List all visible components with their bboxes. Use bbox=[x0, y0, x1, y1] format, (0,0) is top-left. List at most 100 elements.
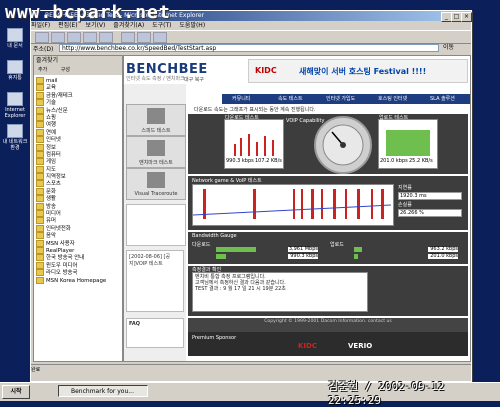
document-icon bbox=[147, 140, 165, 156]
favorite-item[interactable]: 지도 bbox=[36, 165, 120, 173]
favorite-item[interactable]: 윈도우 미디어 bbox=[36, 261, 120, 269]
favorites-pane: 즐겨찾기 추가 구성 mail 교육 금융/재테크 기술 뉴스/신문 쇼핑 여행 연예 인터넷 정… bbox=[33, 55, 123, 362]
status-message: 다운로드 속도는 그래프가 표시되는 동안 계속 진행됩니다. bbox=[194, 107, 316, 113]
favorite-item[interactable]: 방송 bbox=[36, 202, 120, 210]
favorite-item[interactable]: 미디어 bbox=[36, 210, 120, 218]
promo-box[interactable] bbox=[126, 204, 186, 246]
nav-community[interactable]: 커뮤니티 bbox=[232, 94, 250, 104]
folder-icon bbox=[36, 195, 44, 203]
upload-graph: 업로드 테스트 201.0 kbps 25.2 KB/s bbox=[378, 115, 438, 169]
favorite-item[interactable]: 문화 bbox=[36, 187, 120, 195]
favorite-item[interactable]: 한국 방송국 안내 bbox=[36, 254, 120, 262]
favorite-item[interactable]: 여행 bbox=[36, 121, 120, 129]
menu-favorites[interactable]: 즐겨찾기(A) bbox=[113, 22, 144, 29]
favorite-item[interactable]: 유머 bbox=[36, 217, 120, 225]
favorites-icon[interactable] bbox=[137, 32, 151, 43]
favorite-item[interactable]: 정보 bbox=[36, 143, 120, 151]
favorite-item[interactable]: 금융/재테크 bbox=[36, 91, 120, 99]
sponsor-kidc[interactable]: KIDC bbox=[298, 342, 317, 350]
bw-download-label: 다운로드 bbox=[192, 242, 211, 248]
back-icon[interactable] bbox=[35, 32, 49, 43]
benchmark-test-link[interactable]: 벤치마크 테스트 bbox=[126, 136, 186, 168]
nav-internet-join[interactable]: 인터넷 가입도 bbox=[326, 94, 355, 104]
folder-icon bbox=[36, 202, 44, 210]
sponsor-verio[interactable]: VERIO bbox=[348, 342, 372, 350]
result-textarea[interactable]: 벤치비 통합 측정 프로그램입니다. 고객님께서 측정하신 결과 다음과 같습니… bbox=[192, 272, 368, 312]
event-box[interactable]: [2002-08-06] [공지]VOIP 테스트 bbox=[126, 250, 184, 312]
favorite-item[interactable]: 생활 bbox=[36, 195, 120, 203]
ad-banner[interactable]: KIDC 새해맞이 서버 호스팅 Festival !!!! bbox=[248, 59, 468, 83]
upload-label: 업로드 테스트 bbox=[379, 115, 409, 121]
bw-download-value-2: 990.3 kbps bbox=[288, 254, 318, 259]
visual-traceroute-link[interactable]: Visual Traceroute bbox=[126, 168, 186, 200]
faq-label: FAQ bbox=[129, 321, 140, 327]
my-documents-icon[interactable]: 내 문서 bbox=[2, 28, 28, 49]
stop-icon[interactable] bbox=[67, 32, 81, 43]
favorite-item[interactable]: 교육 bbox=[36, 84, 120, 92]
favorite-item[interactable]: mail bbox=[36, 77, 120, 84]
sponsor-bar: Premium Sponsor KIDC VERIO bbox=[188, 332, 468, 356]
forward-icon[interactable] bbox=[51, 32, 65, 43]
history-icon[interactable] bbox=[153, 32, 167, 43]
favorite-item[interactable]: MSN Korea Homepage bbox=[36, 276, 120, 284]
bw-download-bar-1 bbox=[216, 247, 256, 252]
folder-icon bbox=[36, 121, 44, 129]
date-stamp: 김준현 / 2002-09-12 22:25:29 bbox=[328, 380, 445, 407]
download-label: 다운로드 테스트 bbox=[225, 115, 259, 121]
favorites-header: 즐겨찾기 bbox=[34, 56, 122, 65]
nav-hosting[interactable]: 호스팅 인터넷 bbox=[378, 94, 407, 104]
nav-sla[interactable]: SLA 솔루션 bbox=[430, 94, 455, 104]
status-bar: 완료 bbox=[31, 364, 471, 375]
favorite-item[interactable]: RealPlayer bbox=[36, 246, 120, 254]
folder-icon bbox=[36, 246, 44, 254]
folder-icon bbox=[36, 269, 44, 277]
folder-icon bbox=[36, 187, 44, 195]
favorite-item[interactable]: 지역정보 bbox=[36, 173, 120, 181]
network-places-icon[interactable]: 내 네트워크 환경 bbox=[2, 124, 28, 151]
favorite-item[interactable]: 뉴스/신문 bbox=[36, 106, 120, 114]
favorite-item[interactable]: 인터넷 bbox=[36, 136, 120, 144]
internet-explorer-icon[interactable]: Internet Explorer bbox=[2, 92, 28, 119]
refresh-icon[interactable] bbox=[83, 32, 97, 43]
logo-subtitle: 인터넷 속도 측정 / 벤치마크 bbox=[126, 76, 185, 82]
nav-speed-test[interactable]: 속도 테스트 bbox=[278, 94, 303, 104]
favorite-item[interactable]: 컴퓨터 bbox=[36, 150, 120, 158]
faq-box[interactable]: FAQ bbox=[126, 318, 184, 348]
folder-icon bbox=[36, 143, 44, 151]
speed-test-link[interactable]: 스피드 테스트 bbox=[126, 104, 186, 136]
folder-icon bbox=[36, 113, 44, 121]
favorite-item[interactable]: 쇼핑 bbox=[36, 113, 120, 121]
address-input[interactable]: http://www.benchbee.co.kr/SpeedBed/TestS… bbox=[59, 44, 439, 52]
menu-tools[interactable]: 도구(T) bbox=[152, 22, 171, 29]
favorites-buttons: 추가 구성 bbox=[34, 65, 122, 75]
favorite-item[interactable]: 스포츠 bbox=[36, 180, 120, 188]
recycle-bin-icon[interactable]: 휴지통 bbox=[2, 60, 28, 81]
go-button[interactable]: 이동 bbox=[443, 44, 467, 52]
location-text: 대구 북구 bbox=[184, 77, 204, 83]
address-bar: 주소(D) http://www.benchbee.co.kr/SpeedBed… bbox=[31, 43, 471, 54]
favorite-item[interactable]: 게임 bbox=[36, 158, 120, 166]
banner-brand: KIDC bbox=[255, 66, 277, 75]
menu-file[interactable]: 파일(F) bbox=[31, 22, 50, 29]
menu-edit[interactable]: 편집(E) bbox=[58, 22, 78, 29]
folder-icon bbox=[36, 276, 44, 284]
favorite-item[interactable]: 연예 bbox=[36, 128, 120, 136]
favorite-item[interactable]: MSN 사용자 bbox=[36, 239, 120, 247]
favorite-item[interactable]: 라디오 방송국 bbox=[36, 269, 120, 277]
menu-view[interactable]: 보기(V) bbox=[86, 22, 106, 29]
speed-panel: 다운로드 테스트 990.3 kbps 107.2 KB/s VOIP Capa… bbox=[188, 114, 468, 174]
favorite-item[interactable]: 인터넷전화 bbox=[36, 224, 120, 232]
add-favorite-button[interactable]: 추가 bbox=[38, 67, 47, 73]
menu-help[interactable]: 도움말(H) bbox=[179, 22, 205, 29]
search-icon[interactable] bbox=[121, 32, 135, 43]
start-button[interactable]: 시작 bbox=[2, 385, 30, 399]
organize-favorites-button[interactable]: 구성 bbox=[61, 67, 70, 73]
favorite-item[interactable]: 기술 bbox=[36, 99, 120, 107]
taskbar-ie-item[interactable]: Benchmark for you... bbox=[58, 385, 148, 397]
favorite-item[interactable]: 음악 bbox=[36, 232, 120, 240]
network-panel: Network game & VoIP 테스트 지연률 1920.3 ms 손실… bbox=[188, 176, 468, 230]
home-icon[interactable] bbox=[99, 32, 113, 43]
bw-upload-value-1: 963.2 kbps bbox=[428, 247, 458, 252]
result-panel: 측정결과 확인 벤치비 통합 측정 프로그램입니다. 고객님께서 측정하신 결과… bbox=[188, 266, 468, 316]
desktop-icons: 내 문서 휴지통 Internet Explorer 내 네트워크 환경 bbox=[0, 0, 30, 380]
